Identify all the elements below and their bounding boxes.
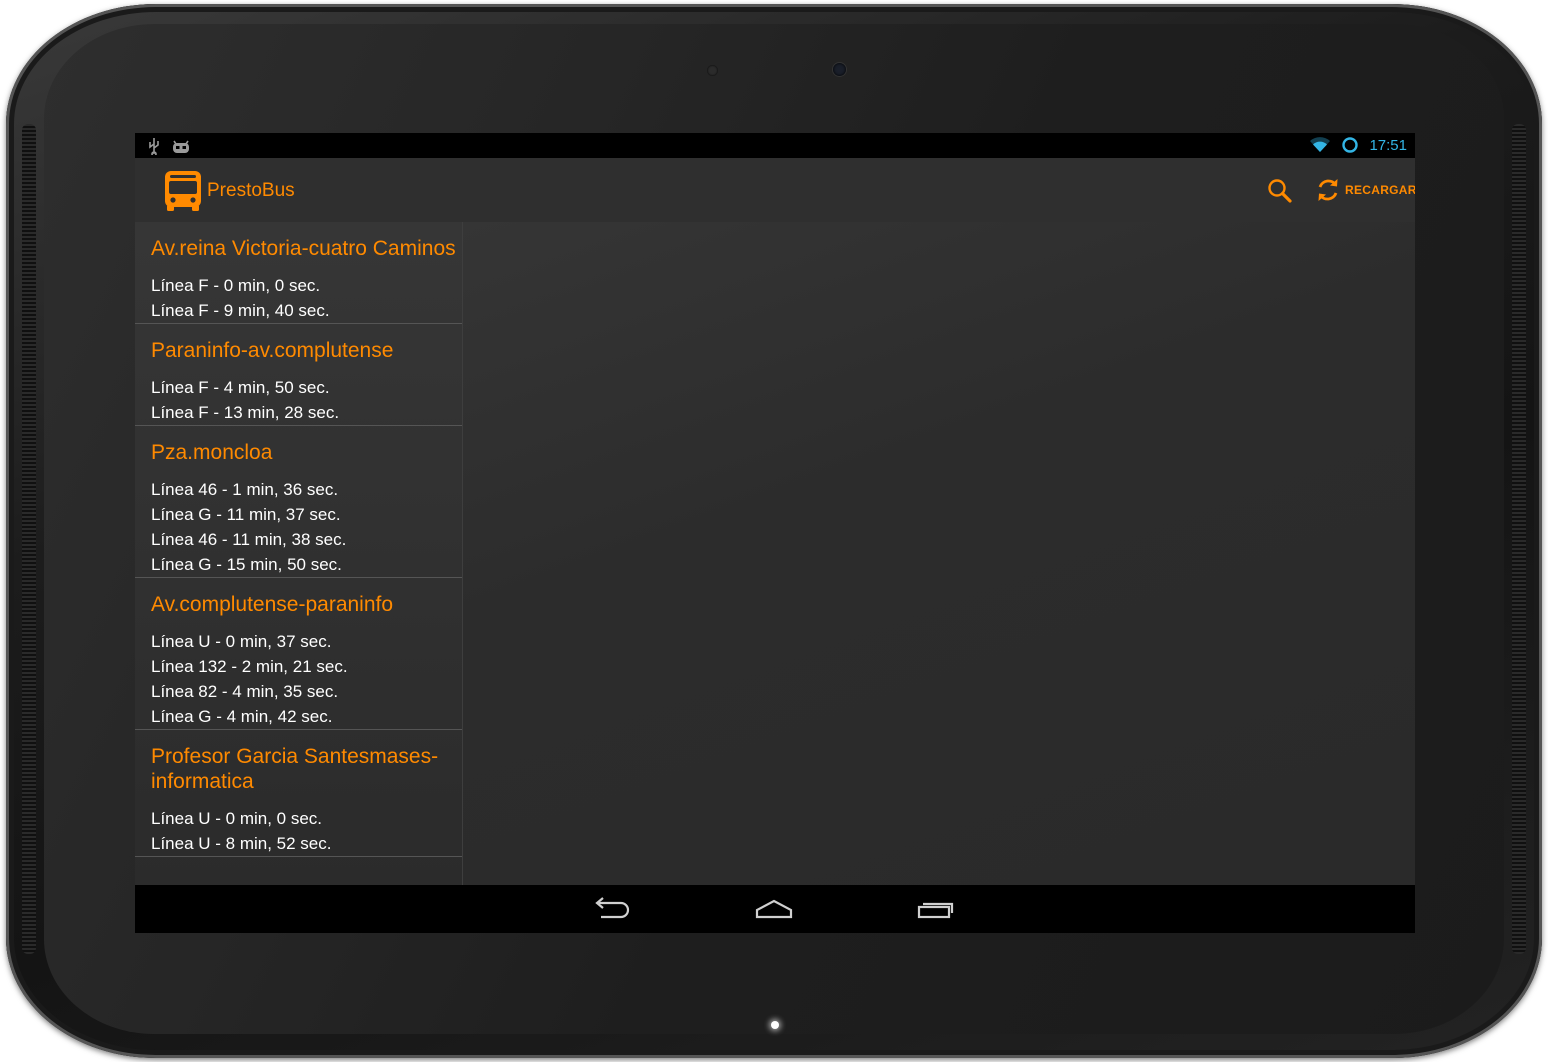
stop-item[interactable]: Pza.moncloa Línea 46 - 1 min, 36 sec. Lí…: [135, 426, 462, 578]
status-clock: 17:51: [1369, 136, 1407, 154]
right-speaker-grille: [1512, 124, 1526, 954]
search-button[interactable]: [1265, 176, 1295, 206]
stop-name: Av.reina Victoria-cuatro Caminos: [151, 237, 456, 260]
arrival-time: Línea F - 13 min, 28 sec.: [151, 403, 340, 422]
wifi-icon: [1310, 137, 1331, 152]
reload-button[interactable]: RECARGAR: [1315, 174, 1415, 206]
recents-icon: [917, 902, 954, 919]
stop-item[interactable]: Av.complutense-paraninfo Línea U - 0 min…: [135, 578, 462, 730]
home-button[interactable]: [744, 893, 804, 925]
stop-name: Pza.moncloa: [151, 441, 273, 464]
back-icon: [595, 897, 630, 919]
status-bar: 17:51: [135, 133, 1415, 158]
back-button[interactable]: [581, 893, 641, 925]
arrival-time: Línea 46 - 11 min, 38 sec.: [151, 530, 347, 549]
arrival-time: Línea 132 - 2 min, 21 sec.: [151, 657, 348, 676]
action-bar: PrestoBus RECARGAR: [135, 158, 1415, 222]
arrival-time: Línea G - 11 min, 37 sec.: [151, 505, 341, 524]
stop-name: Av.complutense-paraninfo: [151, 593, 394, 616]
stops-list[interactable]: Av.reina Victoria-cuatro Caminos Línea F…: [135, 222, 463, 885]
search-icon: [1268, 179, 1292, 203]
arrival-time: Línea 46 - 1 min, 36 sec.: [151, 480, 339, 499]
arrival-time: Línea U - 0 min, 0 sec.: [151, 809, 323, 828]
arrival-time: Línea 82 - 4 min, 35 sec.: [151, 682, 339, 701]
refresh-icon: [1318, 179, 1338, 201]
stop-name: Profesor Garcia Santesmases-informatica: [151, 745, 439, 793]
detail-pane: [463, 222, 1415, 885]
arrival-time: Línea F - 9 min, 40 sec.: [151, 301, 330, 320]
home-icon: [755, 899, 793, 919]
screen: 17:51 PrestoBus RECARGAR Av.reina Victor…: [135, 133, 1415, 933]
arrival-time: Línea U - 0 min, 37 sec.: [151, 632, 332, 651]
content-area: Av.reina Victoria-cuatro Caminos Línea F…: [135, 222, 1415, 885]
arrival-time: Línea F - 0 min, 0 sec.: [151, 276, 321, 295]
arrival-time: Línea G - 15 min, 50 sec.: [151, 555, 342, 574]
stop-item[interactable]: Paraninfo-av.complutense Línea F - 4 min…: [135, 324, 462, 426]
stop-name: Paraninfo-av.complutense: [151, 339, 394, 362]
reload-label: RECARGAR: [1345, 183, 1415, 197]
recents-button[interactable]: [906, 893, 966, 925]
light-sensor: [707, 65, 718, 76]
notification-led: [771, 1021, 779, 1029]
app-title: PrestoBus: [207, 180, 295, 201]
usb-icon: [149, 138, 159, 155]
arrival-time: Línea F - 4 min, 50 sec.: [151, 378, 330, 397]
front-camera: [833, 63, 846, 76]
stop-item[interactable]: Profesor Garcia Santesmases-informatica …: [135, 730, 462, 857]
arrival-time: Línea U - 8 min, 52 sec.: [151, 834, 332, 853]
left-speaker-grille: [22, 124, 36, 954]
sync-icon: [1342, 137, 1359, 153]
stop-item[interactable]: Av.reina Victoria-cuatro Caminos Línea F…: [135, 222, 462, 324]
navigation-bar: [135, 885, 1415, 933]
bus-icon[interactable]: [163, 170, 203, 212]
arrival-time: Línea G - 4 min, 42 sec.: [151, 707, 333, 726]
debug-android-icon: [173, 140, 189, 153]
